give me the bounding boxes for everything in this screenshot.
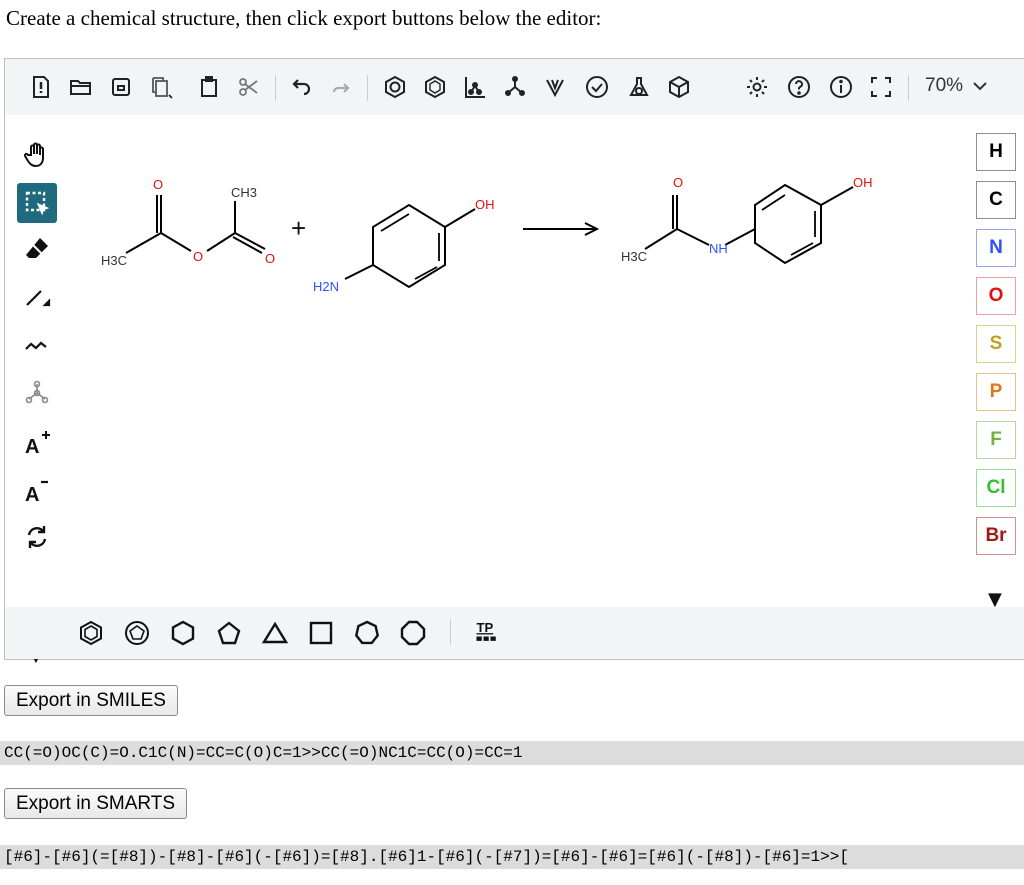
redo-icon[interactable] (327, 73, 355, 101)
cyclobutane-icon[interactable] (305, 617, 337, 649)
undo-icon[interactable] (287, 73, 315, 101)
label-oh: OH (853, 175, 873, 190)
atom-symbol: C (989, 189, 1003, 210)
select-tool-icon[interactable] (17, 183, 57, 223)
drawing-canvas[interactable]: H3C O CH3 O O + OH H2N O H3C NH OH (65, 115, 965, 609)
charge-plus-icon[interactable]: A (17, 421, 57, 461)
smiles-output: CC(=O)OC(C)=O.C1C(N)=CC=C(O)C=1>>CC(=O)N… (0, 741, 1024, 765)
cyclooctane-icon[interactable] (397, 617, 429, 649)
help-icon[interactable] (785, 73, 813, 101)
cyclopentane-icon[interactable] (213, 617, 245, 649)
atom-button-f[interactable]: F (976, 421, 1016, 459)
stereo-icon[interactable] (541, 73, 569, 101)
atom-button-h[interactable]: H (976, 133, 1016, 171)
cut-icon[interactable] (235, 73, 263, 101)
label-o: O (153, 177, 163, 192)
atom-symbol: Br (985, 525, 1007, 546)
template-tool-icon[interactable] (17, 373, 57, 413)
new-file-icon[interactable] (27, 73, 55, 101)
plus-sign: + (291, 213, 306, 243)
layout-icon[interactable] (461, 73, 489, 101)
cyclohexane-icon[interactable] (167, 617, 199, 649)
cyclopentadiene-icon[interactable] (121, 617, 153, 649)
atom-button-n[interactable]: N (976, 229, 1016, 267)
dearomatize-icon[interactable] (421, 73, 449, 101)
atom-button-s[interactable]: S (976, 325, 1016, 363)
cycloheptane-icon[interactable] (351, 617, 383, 649)
eraser-icon[interactable] (17, 229, 57, 269)
save-icon[interactable] (107, 73, 135, 101)
label-h2n: H2N (313, 279, 339, 294)
benzene-icon[interactable] (75, 617, 107, 649)
atom-button-c[interactable]: C (976, 181, 1016, 219)
smarts-output: [#6]-[#6](=[#8])-[#8]-[#6](-[#6])=[#8].[… (0, 845, 1024, 869)
svg-text:A: A (25, 484, 39, 503)
atom-symbol: F (990, 429, 1002, 450)
clean-icon[interactable] (501, 73, 529, 101)
left-toolbar: A A ▼ (5, 115, 65, 666)
3d-view-icon[interactable] (665, 73, 693, 101)
atom-button-cl[interactable]: Cl (976, 469, 1016, 507)
atom-button-br[interactable]: Br (976, 517, 1016, 555)
charge-minus-icon[interactable]: A (17, 469, 57, 509)
export-smiles-button[interactable]: Export in SMILES (4, 685, 178, 716)
chain-tool-icon[interactable] (17, 325, 57, 365)
atom-symbol: O (988, 285, 1004, 306)
svg-text:A: A (25, 436, 39, 455)
template-library-icon[interactable]: TP (471, 617, 503, 649)
chevron-down-icon (973, 82, 987, 91)
aromatize-icon[interactable] (381, 73, 409, 101)
label-ch3: CH3 (231, 185, 257, 200)
label-h3c: H3C (621, 249, 647, 264)
label-oh: OH (475, 197, 495, 212)
atom-symbol: H (989, 141, 1003, 162)
cyclopropane-icon[interactable] (259, 617, 291, 649)
settings-icon[interactable] (743, 73, 771, 101)
copy-icon[interactable] (147, 73, 175, 101)
info-icon[interactable] (827, 73, 855, 101)
top-toolbar: 70% (5, 59, 1024, 115)
atom-symbol: P (989, 381, 1003, 402)
zoom-value: 70% (925, 75, 964, 96)
label-nh: NH (709, 241, 728, 256)
bottom-toolbar: TP (5, 607, 1024, 659)
atom-symbol: N (989, 237, 1003, 258)
atom-toolbar: H C N O S P F Cl Br ▼ (972, 115, 1024, 610)
rotate-tool-icon[interactable] (17, 517, 57, 557)
bond-tool-icon[interactable] (17, 277, 57, 317)
atom-symbol: S (989, 333, 1003, 354)
export-smarts-button[interactable]: Export in SMARTS (4, 788, 188, 819)
chemical-editor: 70% A A ▼ (4, 58, 1024, 666)
analyze-icon[interactable] (625, 73, 653, 101)
template-library-label: TP (477, 620, 494, 635)
check-icon[interactable] (583, 73, 611, 101)
label-o: O (673, 175, 683, 190)
fullscreen-icon[interactable] (867, 73, 895, 101)
zoom-dropdown[interactable]: 70% (925, 75, 987, 97)
page-instruction: Create a chemical structure, then click … (6, 6, 602, 30)
paste-icon[interactable] (195, 73, 223, 101)
atom-button-p[interactable]: P (976, 373, 1016, 411)
atom-symbol: Cl (986, 477, 1006, 498)
atom-button-o[interactable]: O (976, 277, 1016, 315)
label-o: O (265, 251, 275, 266)
hand-tool-icon[interactable] (17, 135, 57, 175)
label-o: O (193, 249, 203, 264)
open-folder-icon[interactable] (67, 73, 95, 101)
label-h3c: H3C (101, 253, 127, 268)
